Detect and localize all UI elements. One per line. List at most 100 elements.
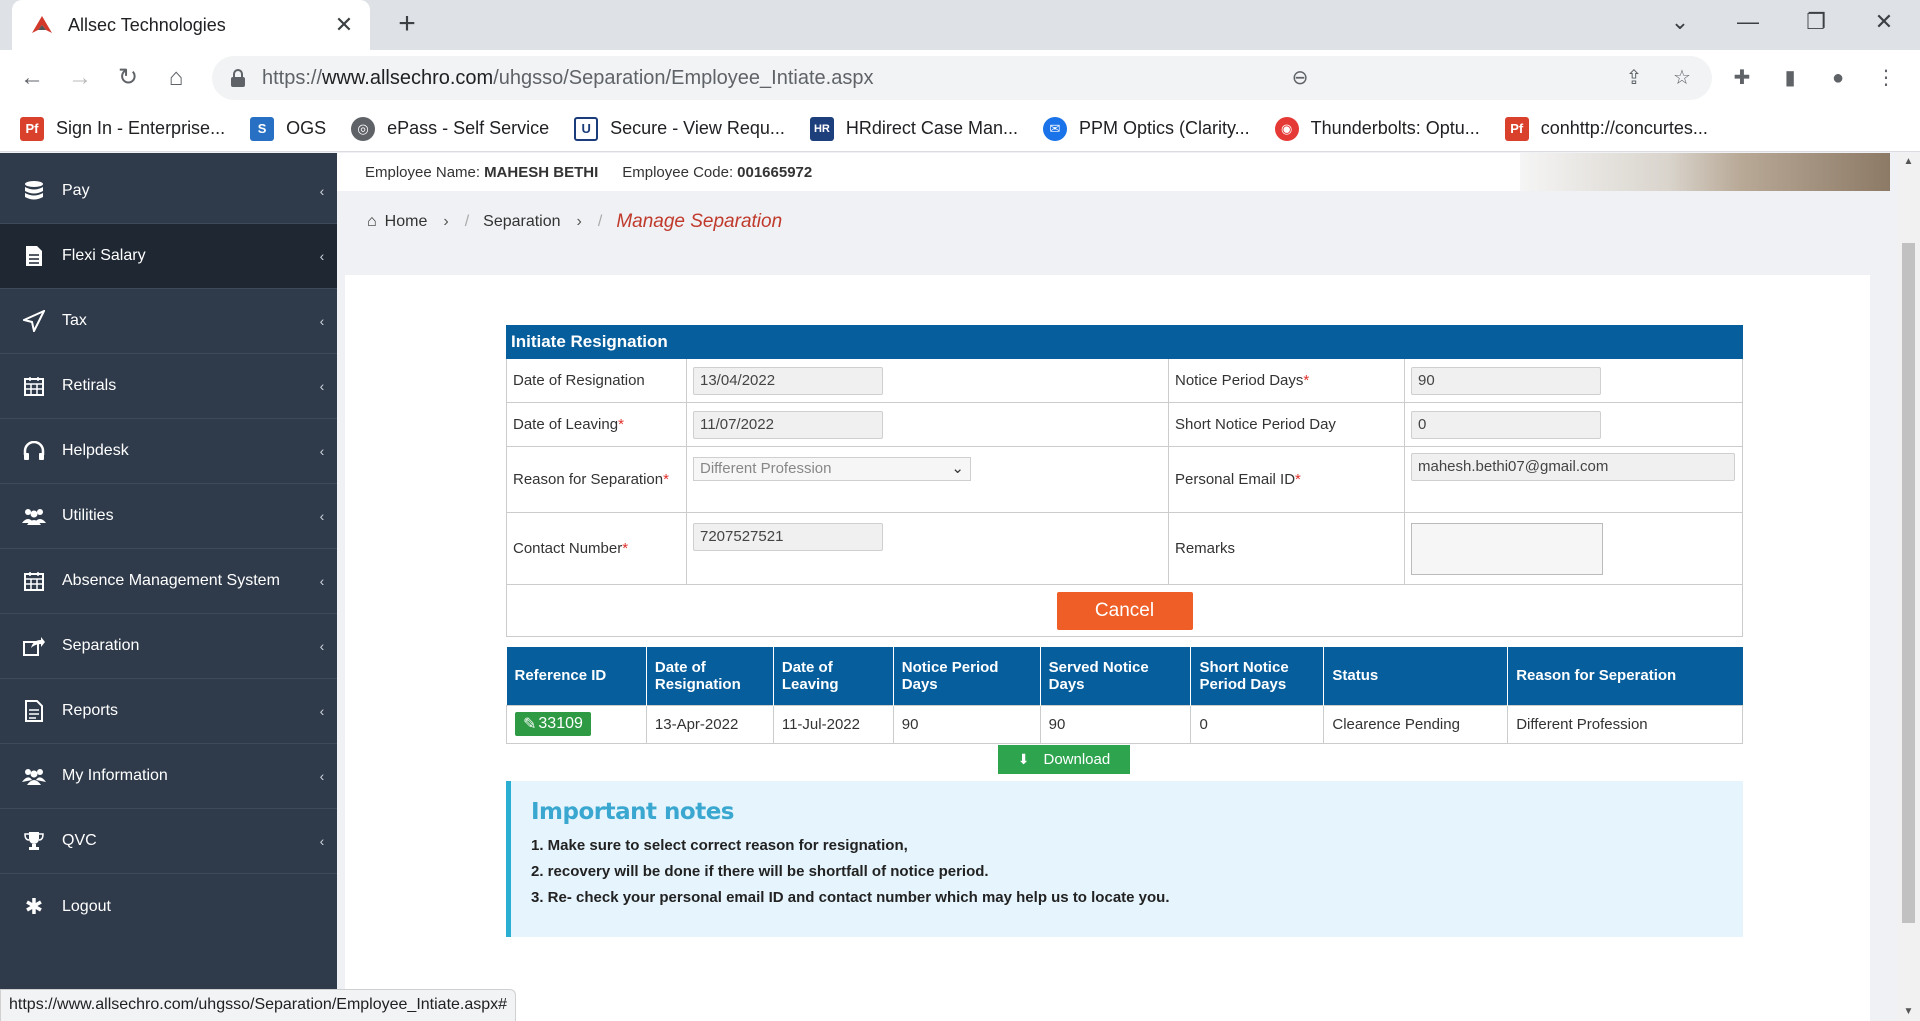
back-icon[interactable]: ←	[14, 60, 50, 96]
sidebar-item-absence-management[interactable]: Absence Management System ‹	[0, 549, 337, 614]
sidebar-item-helpdesk[interactable]: Helpdesk ‹	[0, 419, 337, 484]
scrollbar-thumb[interactable]	[1902, 243, 1915, 923]
form-row: Date of Leaving * 11/07/2022 Short Notice…	[506, 403, 1743, 447]
new-tab-button[interactable]: +	[390, 8, 424, 42]
chevron-left-icon: ‹	[319, 768, 325, 784]
form-row: Contact Number * 7207527521 Remarks	[506, 513, 1743, 585]
bookmark-item[interactable]: S OGS	[250, 116, 326, 141]
date-of-leaving-field[interactable]: 11/07/2022	[693, 410, 883, 439]
extensions-icon[interactable]: ✚	[1724, 60, 1760, 96]
table-cell: 13-Apr-2022	[645, 704, 774, 744]
notice-period-field[interactable]: 90	[1411, 366, 1601, 395]
chevron-left-icon: ‹	[319, 573, 325, 589]
bookmark-item[interactable]: ✉ PPM Optics (Clarity...	[1042, 116, 1250, 141]
browser-tab[interactable]: Allsec Technologies ✕	[12, 0, 370, 50]
menu-icon[interactable]: ⋮	[1868, 60, 1904, 96]
column-header: Notice Period Days	[893, 647, 1041, 705]
close-window-button[interactable]: ✕	[1856, 0, 1912, 44]
scroll-up-arrow[interactable]: ▲	[1897, 153, 1920, 171]
zoom-out-icon[interactable]: ⊖	[1280, 56, 1320, 100]
personal-email-field[interactable]: mahesh.bethi07@gmail.com	[1411, 453, 1735, 481]
forward-icon[interactable]: →	[62, 60, 98, 96]
sidebar-item-flexi-salary[interactable]: Flexi Salary ‹	[0, 224, 337, 289]
sidebar-item-logout[interactable]: ✱ Logout	[0, 874, 337, 939]
header-banner-image	[1520, 153, 1890, 191]
reload-icon[interactable]: ↻	[110, 60, 146, 96]
sidebar-item-qvc[interactable]: QVC ‹	[0, 809, 337, 874]
sidebar-item-separation[interactable]: Separation ‹	[0, 614, 337, 679]
field-label: Remarks	[1169, 513, 1405, 584]
download-button[interactable]: ⬇ Download	[998, 745, 1130, 774]
reference-id-button[interactable]: ✎ 33109	[515, 712, 591, 736]
table-cell: Clearence Pending	[1323, 704, 1509, 744]
bookmark-star-icon[interactable]: ☆	[1664, 60, 1700, 96]
note-item: 2. recovery will be done if there will b…	[531, 863, 989, 880]
table-header-row: Reference ID Date of Resignation Date of…	[506, 647, 1743, 705]
form-row: Date of Resignation 13/04/2022 Notice Pe…	[506, 359, 1743, 403]
sidebar-item-reports[interactable]: Reports ‹	[0, 679, 337, 744]
sharepoint-icon: S	[250, 116, 275, 141]
column-header: Date of Resignation	[646, 647, 774, 705]
bookmarks-bar: Pf Sign In - Enterprise... S OGS ◎ ePass - …	[0, 106, 1920, 152]
home-icon: ⌂	[367, 213, 377, 230]
tab-search-icon[interactable]: ⌄	[1652, 0, 1708, 44]
bookmark-item[interactable]: Pf Sign In - Enterprise...	[20, 116, 225, 141]
scroll-down-arrow[interactable]: ▼	[1897, 1003, 1920, 1021]
employee-info-bar: Employee Name: MAHESH BETHI Employee Code…	[337, 153, 1890, 191]
note-item: 3. Re- check your personal email ID and …	[531, 889, 1170, 906]
date-of-resignation-field[interactable]: 13/04/2022	[693, 366, 883, 395]
download-icon: ⬇	[1017, 751, 1030, 767]
breadcrumb-separation[interactable]: Separation	[483, 213, 560, 231]
users-icon	[22, 764, 46, 788]
form-title: Initiate Resignation	[506, 325, 1743, 359]
chevron-left-icon: ‹	[319, 313, 325, 329]
remarks-textarea[interactable]	[1411, 522, 1603, 575]
tab-title: Allsec Technologies	[68, 14, 226, 35]
sidebar-item-my-information[interactable]: My Information ‹	[0, 744, 337, 809]
close-tab-icon[interactable]: ✕	[332, 12, 356, 38]
breadcrumb-home[interactable]: Home	[385, 213, 428, 231]
calendar-icon	[22, 569, 46, 593]
sidebar-item-retirals[interactable]: Retirals ‹	[0, 354, 337, 419]
share-page-icon[interactable]: ⇪	[1616, 60, 1652, 96]
vertical-scrollbar[interactable]: ▲ ▼	[1897, 153, 1920, 1021]
sidebar: Pay ‹ Flexi Salary ‹ Tax ‹ Retirals ‹ He…	[0, 153, 337, 1021]
column-header: Reference ID	[506, 647, 647, 705]
target-icon: ◉	[1274, 116, 1299, 141]
cancel-button[interactable]: Cancel	[1056, 591, 1193, 630]
bookmark-item[interactable]: ◉ Thunderbolts: Optu...	[1274, 116, 1480, 141]
u-icon: U	[574, 116, 599, 141]
minimize-button[interactable]: —	[1720, 0, 1776, 44]
bookmark-item[interactable]: U Secure - View Requ...	[574, 116, 785, 141]
bookmark-item[interactable]: ◎ ePass - Self Service	[351, 116, 549, 141]
column-header: Served Notice Days	[1040, 647, 1192, 705]
field-label: Date of Resignation	[507, 359, 687, 402]
contact-number-field[interactable]: 7207527521	[693, 523, 883, 551]
bookmark-item[interactable]: Pf conhttp://concurtes...	[1504, 116, 1708, 141]
breadcrumb: ⌂ Home › / Separation › / Manage Separat…	[367, 211, 783, 232]
table-cell: 90	[1039, 704, 1192, 744]
reason-select[interactable]: Different Profession ⌄	[693, 457, 971, 481]
column-header: Date of Leaving	[773, 647, 894, 705]
profile-icon[interactable]: ●	[1820, 60, 1856, 96]
content-panel: Initiate Resignation Date of Resignation…	[345, 275, 1870, 1021]
employee-code: 001665972	[737, 163, 813, 181]
side-panel-icon[interactable]: ▮	[1772, 60, 1808, 96]
breadcrumb-current: Manage Separation	[616, 211, 783, 232]
status-url-bar: https://www.allsechro.com/uhgsso/Separat…	[0, 989, 517, 1021]
main-content: Employee Name: MAHESH BETHI Employee Code…	[337, 153, 1890, 1021]
browser-toolbar: ← → ↻ ⌂ https://www.allsechro.com/uhgsso…	[0, 50, 1920, 106]
field-label: Contact Number *	[507, 513, 687, 584]
tab-strip: Allsec Technologies ✕ + ⌄ — ❐ ✕	[0, 0, 1920, 50]
address-bar[interactable]: https://www.allsechro.com/uhgsso/Separat…	[212, 56, 1712, 100]
sidebar-item-pay[interactable]: Pay ‹	[0, 159, 337, 224]
chevron-left-icon: ‹	[319, 443, 325, 459]
sidebar-item-utilities[interactable]: Utilities ‹	[0, 484, 337, 549]
home-icon[interactable]: ⌂	[158, 60, 194, 96]
field-label: Date of Leaving *	[507, 403, 687, 446]
bookmark-item[interactable]: HR HRdirect Case Man...	[809, 116, 1018, 141]
column-header: Short Notice Period Days	[1190, 647, 1325, 705]
restore-button[interactable]: ❐	[1788, 0, 1844, 44]
short-notice-field[interactable]: 0	[1411, 410, 1601, 439]
sidebar-item-tax[interactable]: Tax ‹	[0, 289, 337, 354]
